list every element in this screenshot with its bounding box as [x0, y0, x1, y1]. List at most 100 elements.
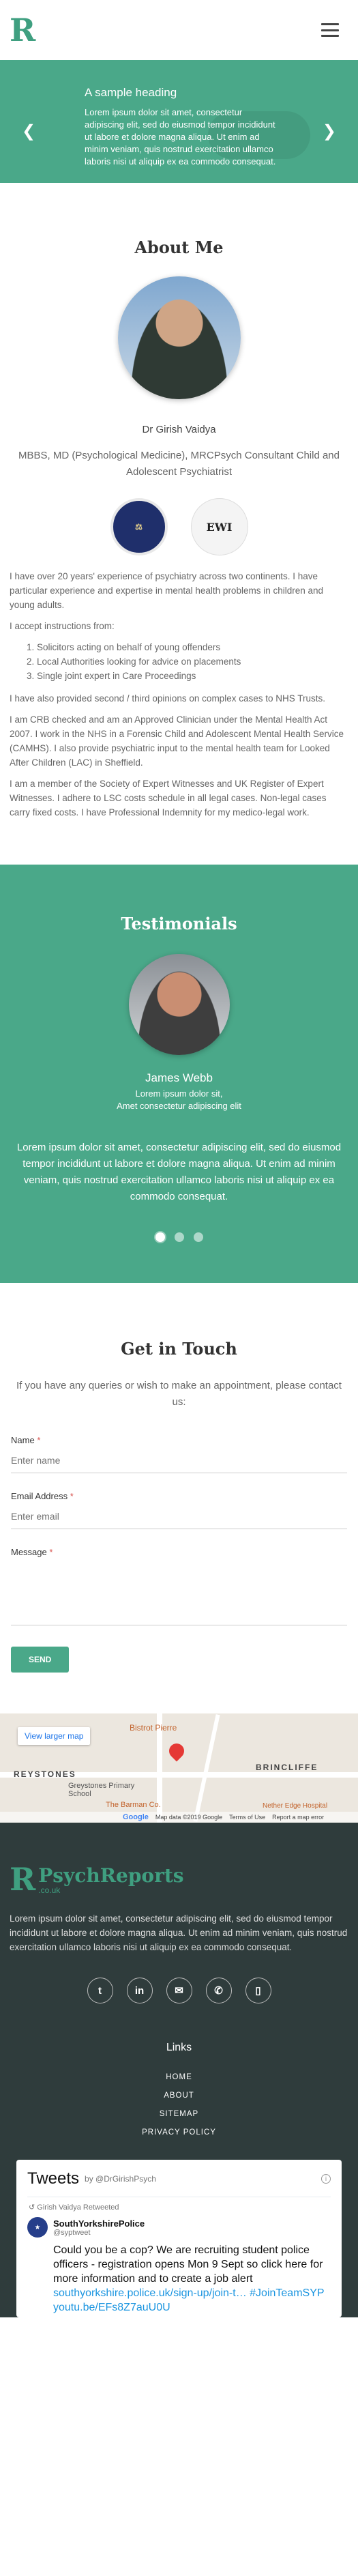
carousel-dot[interactable]: [155, 1232, 165, 1242]
footer-logo-name: PsychReports: [38, 1864, 184, 1887]
carousel-dot[interactable]: [193, 1232, 203, 1242]
footer-link-home[interactable]: HOME: [10, 2073, 348, 2081]
testimonial-role: Lorem ipsum dolor sit,: [135, 1088, 223, 1099]
hero-text: Lorem ipsum dolor sit amet, consectetur …: [85, 107, 276, 167]
doctor-name: Dr Girish Vaidya: [142, 424, 216, 435]
social-links: t in ✉ ✆ ▯: [10, 1978, 348, 2003]
hamburger-line: [321, 23, 339, 25]
author-name: SouthYorkshirePolice: [53, 2218, 145, 2229]
footer-logo-wordmark: PsychReports .co.uk: [38, 1864, 184, 1896]
message-label: Message *: [11, 1547, 347, 1557]
links-title: Links: [166, 2042, 192, 2053]
site-footer: R PsychReports .co.uk Lorem ipsum dolor …: [0, 1823, 358, 2317]
bio-paragraph: I have also provided second / third opin…: [10, 693, 325, 704]
map-poi-label: Nether Edge Hospital: [263, 1802, 328, 1810]
map-attribution: Google Map data ©2019 Google Terms of Us…: [0, 1812, 358, 1823]
testimonial-avatar: [128, 954, 230, 1055]
menu-toggle-button[interactable]: [321, 23, 339, 37]
hero-caption: A sample heading Lorem ipsum dolor sit a…: [85, 86, 281, 168]
bio-paragraph: I accept instructions from:: [10, 621, 115, 631]
doctor-credentials: MBBS, MD (Psychological Medicine), MRCPs…: [18, 450, 340, 478]
required-mark: *: [70, 1491, 74, 1501]
about-bio: I have over 20 years' experience of psyc…: [10, 569, 348, 820]
accreditation-badges: ⚖ EWI: [10, 498, 348, 555]
site-logo[interactable]: R: [10, 14, 35, 46]
about-title: About Me: [134, 237, 224, 257]
location-map[interactable]: View larger map Bistrot Pierre Greystone…: [0, 1713, 358, 1823]
name-field[interactable]: [11, 1452, 347, 1473]
testimonial-role: Amet consectetur adipiscing elit: [117, 1101, 241, 1111]
tweet-author[interactable]: ★ SouthYorkshirePolice @syptweet: [27, 2217, 331, 2238]
footer-text: Lorem ipsum dolor sit amet, consectetur …: [10, 1913, 348, 1952]
retweet-note: ↺ Girish Vaidya Retweeted: [29, 2203, 119, 2212]
terms-link[interactable]: Terms of Use: [229, 1814, 265, 1821]
name-label-text: Name: [11, 1435, 35, 1445]
send-button[interactable]: SEND: [11, 1647, 70, 1673]
footer-logo[interactable]: R PsychReports .co.uk: [10, 1864, 348, 1895]
footer-link-privacy[interactable]: PRIVACY POLICY: [10, 2128, 348, 2137]
tweet-link[interactable]: southyorkshire.police.uk/sign-up/join-t…: [53, 2287, 247, 2299]
ewi-logo: EWI: [190, 498, 248, 555]
twitter-timeline: Tweets by @DrGirishPsych i ↺ Girish Vaid…: [16, 2160, 342, 2317]
name-label: Name *: [11, 1435, 347, 1445]
list-item: Local Authorities looking for advice on …: [37, 654, 348, 669]
chevron-left-icon[interactable]: ❮: [22, 121, 35, 141]
footer-logo-suffix: .co.uk: [38, 1885, 61, 1895]
footer-link-about[interactable]: ABOUT: [10, 2092, 348, 2100]
map-data-text: Map data ©2019 Google: [155, 1814, 223, 1821]
list-item: Solicitors acting on behalf of young off…: [37, 640, 348, 654]
hero-carousel: ❮ A sample heading Lorem ipsum dolor sit…: [0, 60, 358, 183]
society-seal-logo: ⚖: [110, 498, 168, 555]
contact-form: Name * Email Address * Message * SEND: [11, 1435, 347, 1673]
map-road: [193, 1714, 220, 1822]
email-label: Email Address *: [11, 1491, 347, 1501]
hamburger-line: [321, 35, 339, 37]
contact-intro: If you have any queries or wish to make …: [16, 1380, 342, 1408]
tweet-body: Could you be a cop? We are recruiting st…: [53, 2243, 331, 2315]
about-section: About Me Dr Girish Vaidya MBBS, MD (Psyc…: [0, 183, 358, 865]
footer-link-sitemap[interactable]: SITEMAP: [10, 2110, 348, 2118]
author-details: SouthYorkshirePolice @syptweet: [53, 2218, 145, 2237]
author-handle: @syptweet: [53, 2228, 91, 2237]
map-school-label: Greystones Primary School: [68, 1782, 135, 1798]
mobile-icon[interactable]: ▯: [245, 1978, 271, 2003]
contact-title: Get in Touch: [121, 1339, 237, 1359]
timeline-title: Tweets: [27, 2169, 80, 2188]
message-label-text: Message: [11, 1547, 47, 1557]
email-label-text: Email Address: [11, 1491, 68, 1501]
testimonial-quote: Lorem ipsum dolor sit amet, consectetur …: [16, 1142, 342, 1202]
testimonials-title: Testimonials: [121, 914, 237, 934]
bio-paragraph: I am CRB checked and am an Approved Clin…: [10, 714, 344, 768]
view-larger-map-link[interactable]: View larger map: [18, 1727, 91, 1745]
author-avatar: ★: [27, 2217, 48, 2238]
bio-paragraph: I have over 20 years' experience of psyc…: [10, 571, 324, 610]
linkedin-icon[interactable]: in: [126, 1978, 153, 2003]
message-field[interactable]: [11, 1564, 347, 1625]
required-mark: *: [49, 1547, 53, 1557]
testimonial-name: James Webb: [145, 1071, 213, 1084]
list-item: Single joint expert in Care Proceedings: [37, 669, 348, 683]
map-pin-icon[interactable]: [166, 1740, 188, 1762]
map-poi-label: The Barman Co.: [106, 1801, 161, 1809]
map-area-label: REYSTONES: [14, 1769, 76, 1779]
twitter-icon[interactable]: t: [87, 1978, 113, 2003]
map-area-label: BRINCLIFFE: [256, 1763, 318, 1772]
footer-logo-letter: R: [10, 1861, 36, 1898]
info-icon[interactable]: i: [321, 2174, 331, 2184]
hamburger-line: [321, 29, 339, 31]
email-icon[interactable]: ✉: [166, 1978, 192, 2003]
carousel-dot[interactable]: [174, 1232, 184, 1242]
testimonials-section: Testimonials James Webb Lorem ipsum dolo…: [0, 865, 358, 1283]
doctor-photo: [117, 276, 241, 399]
chevron-right-icon[interactable]: ❯: [323, 121, 336, 141]
bio-paragraph: I am a member of the Society of Expert W…: [10, 779, 327, 817]
google-logo: Google: [123, 1813, 149, 1821]
carousel-indicators: [10, 1232, 348, 1242]
timeline-by[interactable]: by @DrGirishPsych: [85, 2174, 156, 2184]
contact-section: Get in Touch If you have any queries or …: [0, 1283, 358, 1713]
report-error-link[interactable]: Report a map error: [272, 1814, 324, 1821]
hero-heading: A sample heading: [85, 86, 177, 99]
phone-icon[interactable]: ✆: [205, 1978, 232, 2003]
email-field[interactable]: [11, 1508, 347, 1529]
timeline-header: Tweets by @DrGirishPsych i: [27, 2169, 331, 2197]
